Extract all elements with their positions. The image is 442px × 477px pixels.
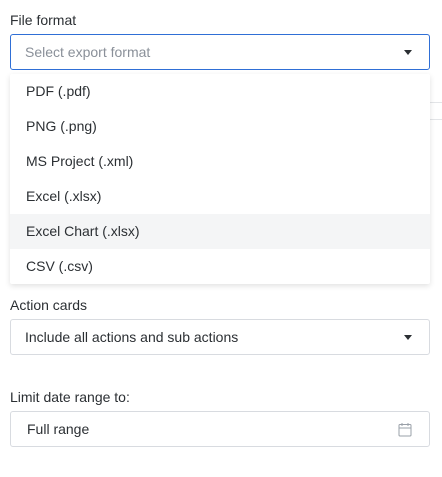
calendar-icon[interactable] (398, 422, 412, 437)
file-format-select[interactable]: Select export format (10, 34, 430, 70)
menu-item-ms-project[interactable]: MS Project (.xml) (10, 144, 430, 179)
chevron-down-icon (404, 335, 412, 340)
action-cards-value: Include all actions and sub actions (25, 329, 239, 345)
menu-item-csv[interactable]: CSV (.csv) (10, 249, 430, 284)
menu-item-excel-chart[interactable]: Excel Chart (.xlsx) (10, 214, 430, 249)
menu-item-excel[interactable]: Excel (.xlsx) (10, 179, 430, 214)
date-range-input[interactable]: Full range (10, 411, 430, 447)
date-range-label: Limit date range to: (10, 389, 130, 405)
action-cards-select[interactable]: Include all actions and sub actions (10, 319, 430, 355)
file-format-dropdown-menu: PDF (.pdf) PNG (.png) MS Project (.xml) … (10, 74, 430, 284)
divider (430, 119, 442, 120)
date-range-value: Full range (27, 421, 90, 437)
action-cards-label: Action cards (10, 297, 88, 313)
menu-item-png[interactable]: PNG (.png) (10, 109, 430, 144)
menu-item-pdf[interactable]: PDF (.pdf) (10, 74, 430, 109)
file-format-label: File format (10, 12, 77, 28)
file-format-placeholder: Select export format (25, 44, 151, 60)
chevron-down-icon (404, 50, 412, 55)
